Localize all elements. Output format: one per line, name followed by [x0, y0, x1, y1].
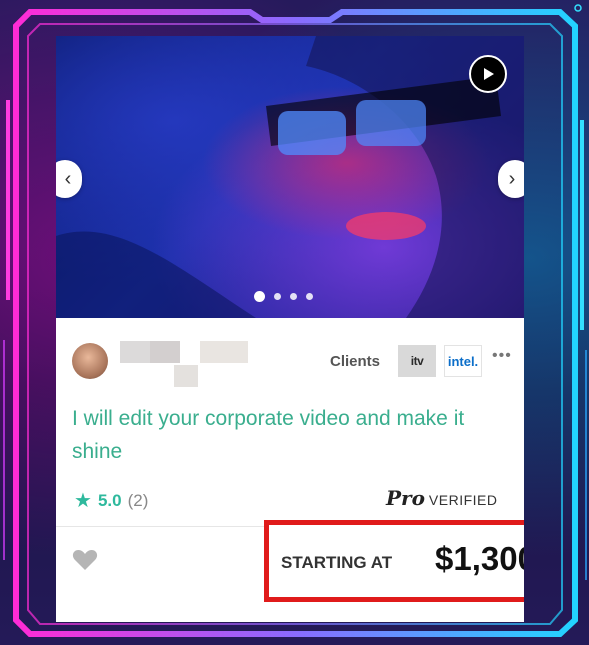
slide-dot[interactable]: [306, 293, 313, 300]
price-value: $1,300: [435, 540, 524, 577]
rating-value: 5.0: [97, 490, 122, 510]
rating: ★ 5.0 (2): [74, 488, 148, 513]
heart-icon: [72, 550, 98, 570]
favorite-button[interactable]: [72, 548, 98, 577]
client-logo-intel: intel.: [444, 345, 482, 377]
play-video-button[interactable]: [469, 55, 507, 93]
slide-dot-active[interactable]: [254, 291, 265, 302]
seller-name-blurred[interactable]: [120, 341, 250, 391]
slide-dot[interactable]: [290, 293, 297, 300]
gig-title[interactable]: I will edit your corporate video and mak…: [72, 402, 492, 468]
next-slide-button[interactable]: ›: [498, 160, 524, 198]
chevron-right-icon: ›: [508, 167, 516, 190]
slide-indicator: [254, 291, 313, 302]
verified-label: VERIFIED: [428, 492, 498, 508]
glasses-portrait-illustration: [56, 36, 524, 318]
pro-verified-badge: Pro VERIFIED: [386, 486, 498, 510]
intel-logo-text: intel.: [447, 353, 479, 369]
starting-at-label: STARTING AT: [281, 553, 393, 572]
gig-media-image[interactable]: ‹ ›: [56, 36, 524, 318]
star-icon: ★: [74, 490, 92, 512]
play-icon: [484, 68, 494, 80]
slide-dot[interactable]: [274, 293, 281, 300]
chevron-left-icon: ‹: [64, 167, 72, 190]
clients-label: Clients: [330, 353, 381, 370]
avatar[interactable]: [72, 343, 108, 379]
pro-label: Pro: [386, 486, 425, 510]
price-highlight-box: STARTING AT $1,300: [264, 520, 524, 602]
gig-card[interactable]: ‹ › Clients itv intel. ••• I will edit y…: [56, 36, 524, 622]
rating-count: (2): [127, 490, 149, 510]
itv-logo-text: itv: [410, 354, 424, 368]
more-clients-icon[interactable]: •••: [492, 347, 512, 365]
seller-row: Clients itv intel. •••: [72, 341, 512, 391]
client-logo-itv: itv: [398, 345, 436, 377]
